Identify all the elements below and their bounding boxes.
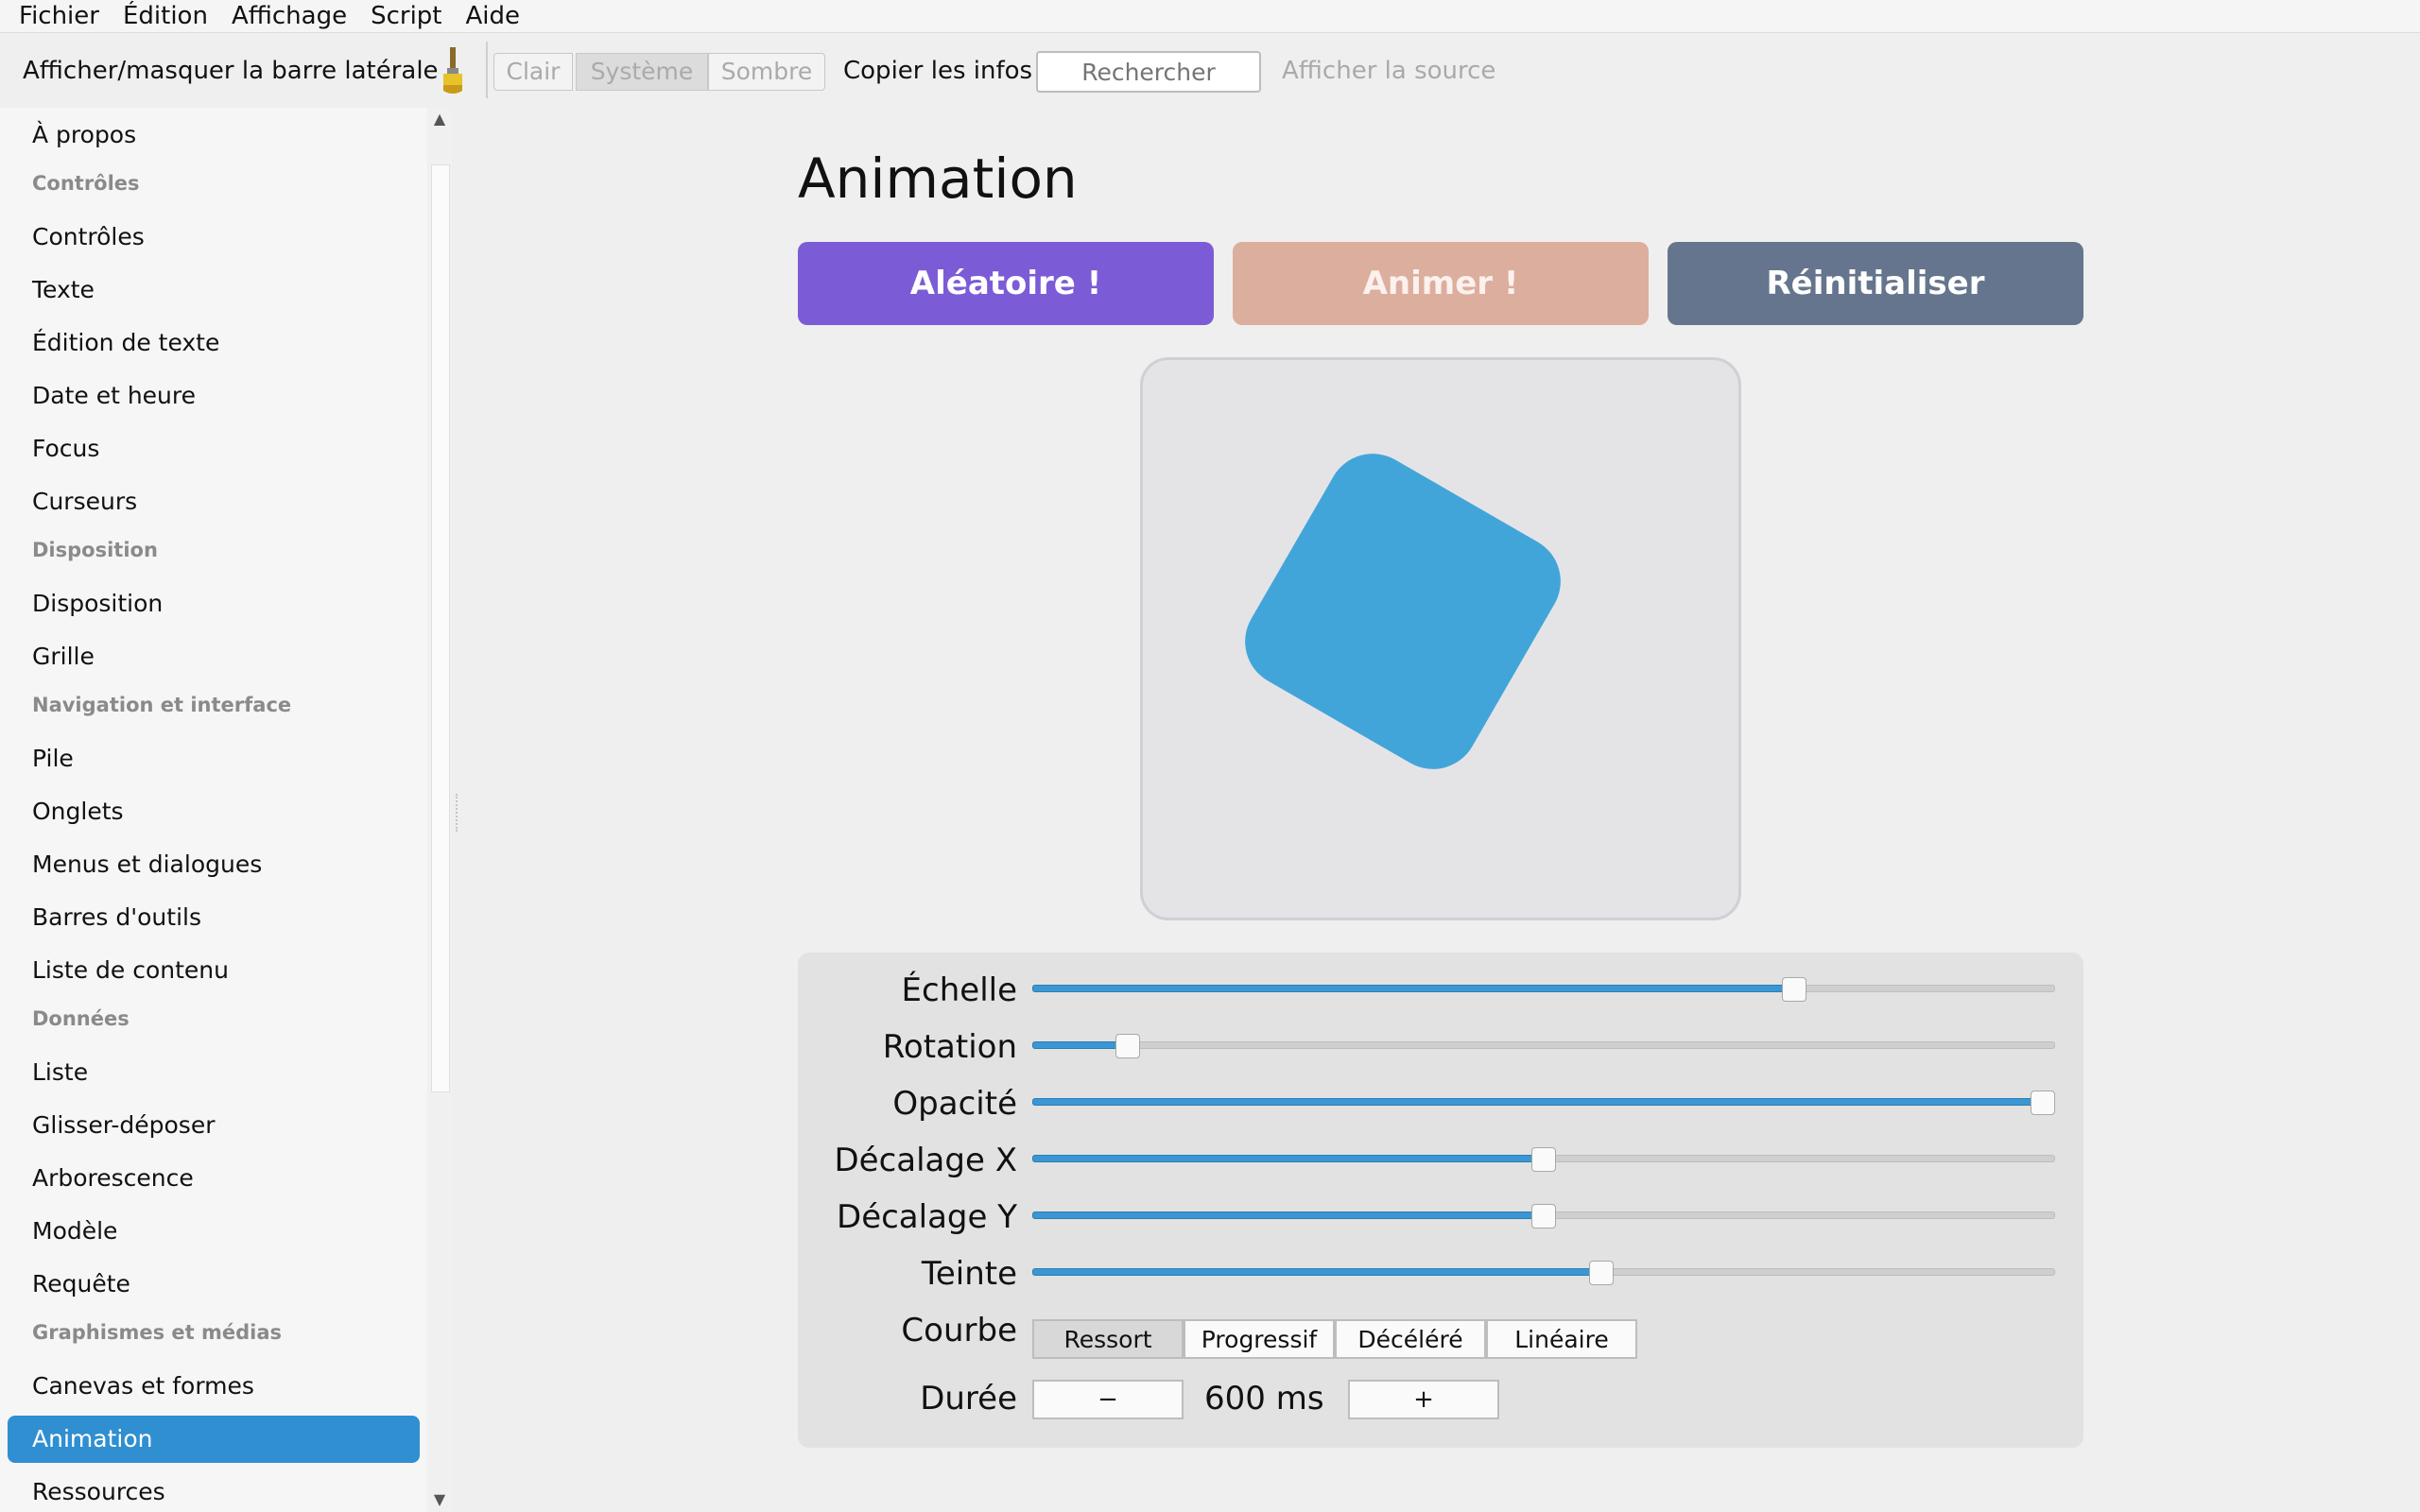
slider-thumb[interactable] — [1115, 1034, 1140, 1058]
sidebar-item[interactable]: Barres d'outils — [8, 894, 420, 941]
rotation-slider[interactable] — [1032, 1028, 2055, 1062]
theme-clair-button[interactable]: Clair — [493, 53, 573, 91]
search-input[interactable] — [1036, 51, 1261, 93]
splitter-handle[interactable] — [456, 794, 461, 832]
controls-panel: Échelle Rotation Opacité Décalage X Décalage… — [798, 953, 2083, 1448]
sidebar-section-header: Disposition — [32, 539, 158, 561]
sidebar-item[interactable]: À propos — [8, 112, 420, 159]
hue-slider[interactable] — [1032, 1255, 2055, 1289]
slider-thumb[interactable] — [1531, 1147, 1556, 1172]
copy-info-button[interactable]: Copier les infos — [843, 34, 1032, 108]
scroll-down-icon[interactable]: ▼ — [427, 1490, 452, 1508]
slider-fill — [1032, 1155, 1544, 1162]
sidebar-scrollbar[interactable]: ▲ ▼ — [427, 108, 452, 1512]
toolbar-separator — [486, 42, 488, 98]
slider-track[interactable] — [1032, 1041, 2055, 1049]
animation-stage — [1140, 357, 1741, 920]
slider-thumb[interactable] — [2031, 1091, 2055, 1115]
sidebar-item[interactable]: Requête — [8, 1261, 420, 1308]
offset-y-slider[interactable] — [1032, 1198, 2055, 1232]
paintbrush-icon[interactable] — [439, 47, 467, 94]
sidebar-section-header: Données — [32, 1007, 130, 1030]
sidebar-item[interactable]: Canevas et formes — [8, 1363, 420, 1410]
sidebar-item[interactable]: Curseurs — [8, 478, 420, 525]
theme-sombre-button[interactable]: Sombre — [708, 53, 825, 91]
slider-fill — [1032, 985, 1795, 992]
random-button[interactable]: Aléatoire ! — [798, 242, 1214, 325]
menu-fichier[interactable]: Fichier — [0, 0, 113, 32]
slider-thumb[interactable] — [1531, 1204, 1556, 1228]
curve-lineaire-button[interactable]: Linéaire — [1486, 1319, 1637, 1359]
scrollbar-thumb[interactable] — [431, 164, 450, 1092]
sidebar-item[interactable]: Grille — [8, 633, 420, 680]
slider-fill — [1032, 1041, 1128, 1049]
sidebar-item[interactable]: Liste de contenu — [8, 947, 420, 994]
sidebar-section-header: Navigation et interface — [32, 694, 292, 716]
toggle-sidebar-button[interactable]: Afficher/masquer la barre latérale — [23, 34, 439, 108]
slider-fill — [1032, 1211, 1544, 1219]
sidebar-item[interactable]: Ressources — [8, 1469, 420, 1512]
menubar: Fichier Édition Affichage Script Aide — [0, 0, 2420, 33]
sidebar-item[interactable]: Focus — [8, 425, 420, 472]
rotation-label: Rotation — [882, 1028, 1017, 1066]
hue-label: Teinte — [921, 1255, 1017, 1293]
duration-plus-button[interactable]: + — [1348, 1380, 1499, 1419]
animate-button[interactable]: Animer ! — [1233, 242, 1649, 325]
sidebar-item[interactable]: Menus et dialogues — [8, 841, 420, 888]
scale-label: Échelle — [901, 971, 1017, 1009]
animated-shape — [1228, 437, 1578, 786]
sidebar-item[interactable]: Texte — [8, 266, 420, 314]
sidebar-item[interactable]: Modèle — [8, 1208, 420, 1255]
duration-value: 600 ms — [1204, 1380, 1324, 1418]
opacity-label: Opacité — [892, 1085, 1017, 1123]
menu-affichage[interactable]: Affichage — [222, 0, 361, 32]
sidebar-section-header: Graphismes et médias — [32, 1321, 282, 1344]
offset-x-slider[interactable] — [1032, 1142, 2055, 1176]
view-source-button[interactable]: Afficher la source — [1282, 34, 1495, 108]
slider-fill — [1032, 1098, 2055, 1106]
duration-minus-button[interactable]: − — [1032, 1380, 1184, 1419]
curve-decelere-button[interactable]: Décéléré — [1335, 1319, 1486, 1359]
sidebar-item[interactable]: Liste — [8, 1049, 420, 1096]
offset-y-label: Décalage Y — [837, 1198, 1017, 1236]
opacity-slider[interactable] — [1032, 1085, 2055, 1119]
sidebar-item[interactable]: Animation — [8, 1416, 420, 1463]
curve-label: Courbe — [901, 1312, 1017, 1349]
curve-ressort-button[interactable]: Ressort — [1032, 1319, 1184, 1359]
theme-systeme-button[interactable]: Système — [576, 53, 708, 91]
sidebar-item[interactable]: Disposition — [8, 580, 420, 627]
sidebar-item[interactable]: Date et heure — [8, 372, 420, 420]
curve-progressif-button[interactable]: Progressif — [1184, 1319, 1335, 1359]
menu-aide[interactable]: Aide — [457, 0, 535, 32]
menu-script[interactable]: Script — [361, 0, 456, 32]
scroll-up-icon[interactable]: ▲ — [427, 110, 452, 128]
sidebar: À propos Contrôles Contrôles Texte Édition d… — [0, 108, 427, 1512]
slider-thumb[interactable] — [1782, 977, 1807, 1002]
sidebar-item[interactable]: Onglets — [8, 788, 420, 835]
toolbar: Afficher/masquer la barre latérale Clair… — [0, 34, 2420, 108]
sidebar-item[interactable]: Arborescence — [8, 1155, 420, 1202]
scale-slider[interactable] — [1032, 971, 2055, 1005]
sidebar-item[interactable]: Contrôles — [8, 214, 420, 261]
sidebar-item[interactable]: Glisser-déposer — [8, 1102, 420, 1149]
menu-edition[interactable]: Édition — [113, 0, 222, 32]
page-title: Animation — [798, 146, 1078, 211]
duration-label: Durée — [920, 1380, 1017, 1418]
offset-x-label: Décalage X — [834, 1142, 1017, 1179]
reset-button[interactable]: Réinitialiser — [1668, 242, 2083, 325]
sidebar-section-header: Contrôles — [32, 172, 140, 195]
sidebar-item[interactable]: Pile — [8, 735, 420, 782]
slider-fill — [1032, 1268, 1601, 1276]
sidebar-item[interactable]: Édition de texte — [8, 319, 420, 367]
slider-thumb[interactable] — [1588, 1261, 1614, 1285]
